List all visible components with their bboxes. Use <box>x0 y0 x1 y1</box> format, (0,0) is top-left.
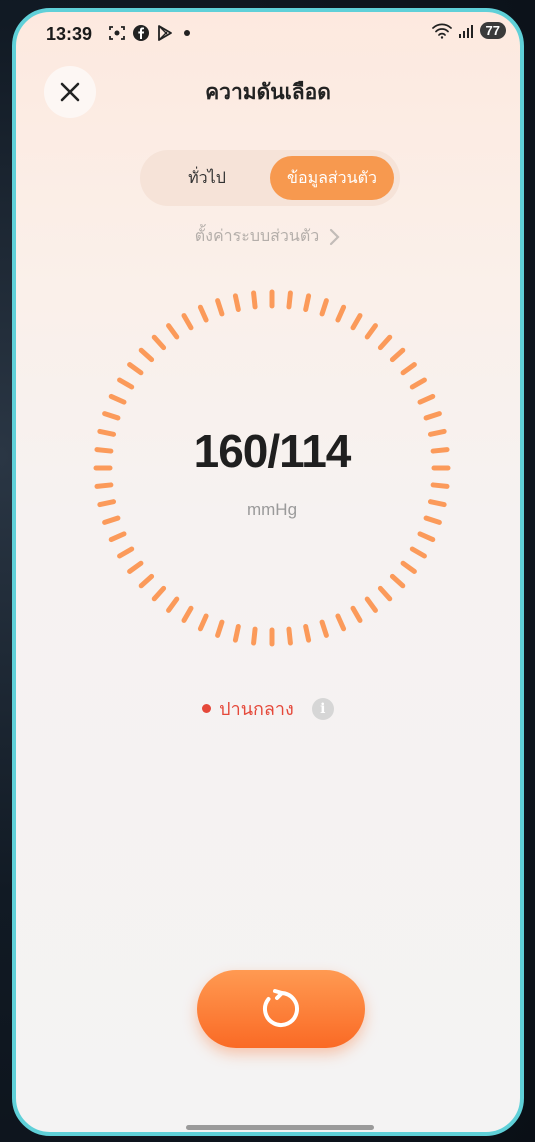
gauge-tick <box>400 560 417 574</box>
gauge-tick <box>138 573 155 589</box>
gauge-tick <box>389 573 406 589</box>
gauge-tick <box>127 362 144 376</box>
gauge-tick <box>117 546 135 559</box>
gauge-tick <box>232 293 241 313</box>
gauge-tick <box>423 411 442 421</box>
gauge-tick <box>108 531 127 543</box>
gauge-tick <box>335 304 347 323</box>
status-bar: 13:39 77 <box>16 12 520 56</box>
tab-general[interactable]: ทั่วไป <box>148 156 266 200</box>
gauge-tick <box>138 347 155 363</box>
gauge-tick <box>364 323 378 340</box>
gauge-tick <box>303 293 312 313</box>
gauge-tick <box>151 585 167 602</box>
notification-icons <box>108 24 190 42</box>
gauge-tick <box>151 334 167 351</box>
segmented-control: ทั่วไป ข้อมูลส่วนตัว <box>140 150 400 206</box>
gauge-tick <box>409 377 427 390</box>
gauge-tick <box>409 546 427 559</box>
gauge-tick <box>251 626 258 646</box>
blood-pressure-unit: mmHg <box>246 500 298 519</box>
screenshot-icon <box>109 26 125 40</box>
gauge-tick <box>350 313 363 331</box>
gauge-tick <box>108 393 127 405</box>
gauge-tick <box>364 596 378 613</box>
gauge-tick <box>377 334 393 351</box>
gauge-tick <box>127 560 144 574</box>
gauge-tick <box>197 304 209 323</box>
gauge-tick <box>181 605 194 623</box>
home-indicator <box>186 1125 374 1130</box>
status-time: 13:39 <box>46 24 93 44</box>
gauge-tick <box>303 623 312 643</box>
chevron-right-icon <box>330 228 340 245</box>
status-label: ปานกลาง <box>219 699 294 720</box>
system-icons: 77 <box>431 22 506 39</box>
personal-settings-label: ตั้งค่าระบบส่วนตัว <box>194 226 320 245</box>
wifi-icon <box>431 23 452 39</box>
status-indicator: ปานกลาง i <box>16 694 520 723</box>
gauge-tick <box>102 411 121 421</box>
gauge-tick <box>166 323 180 340</box>
gauge-tick <box>215 619 225 638</box>
gauge-tick <box>251 290 258 310</box>
gauge-tick <box>286 290 293 310</box>
phone-screen: 13:39 77 ความดันเลือด ทั่วไป ข้อมูลส่วนต… <box>12 8 524 1136</box>
battery-level: 77 <box>479 22 506 39</box>
gauge-tick <box>319 298 329 317</box>
refresh-icon <box>263 989 299 1027</box>
gauge-tick <box>197 613 209 632</box>
status-dot <box>202 704 212 713</box>
signal-icon <box>458 24 473 38</box>
blood-pressure-value: 160/114 <box>193 425 352 477</box>
personal-settings-link[interactable]: ตั้งค่าระบบส่วนตัว <box>16 224 520 249</box>
page-title: ความดันเลือด <box>205 80 331 104</box>
gauge-tick <box>166 596 180 613</box>
gauge-tick <box>389 347 406 363</box>
gauge-tick <box>350 605 363 623</box>
gauge-tick <box>319 619 329 638</box>
gauge-tick <box>417 531 436 543</box>
gauge-tick <box>181 313 194 331</box>
gauge-tick <box>94 482 114 489</box>
gauge-tick <box>400 362 417 376</box>
remeasure-button[interactable] <box>197 970 365 1048</box>
gauge-tick <box>377 585 393 602</box>
gauge-tick <box>117 377 135 390</box>
gauge-tick <box>232 623 241 643</box>
gauge-tick <box>335 613 347 632</box>
gauge-tick <box>286 626 293 646</box>
play-store-icon <box>158 25 172 41</box>
gauge-tick <box>417 393 436 405</box>
gauge-tick <box>430 482 450 489</box>
tab-personal-info[interactable]: ข้อมูลส่วนตัว <box>270 156 394 200</box>
gauge-tick <box>215 298 225 317</box>
more-notifications-dot <box>184 30 190 36</box>
info-icon[interactable]: i <box>311 697 334 720</box>
facebook-icon <box>133 25 149 41</box>
